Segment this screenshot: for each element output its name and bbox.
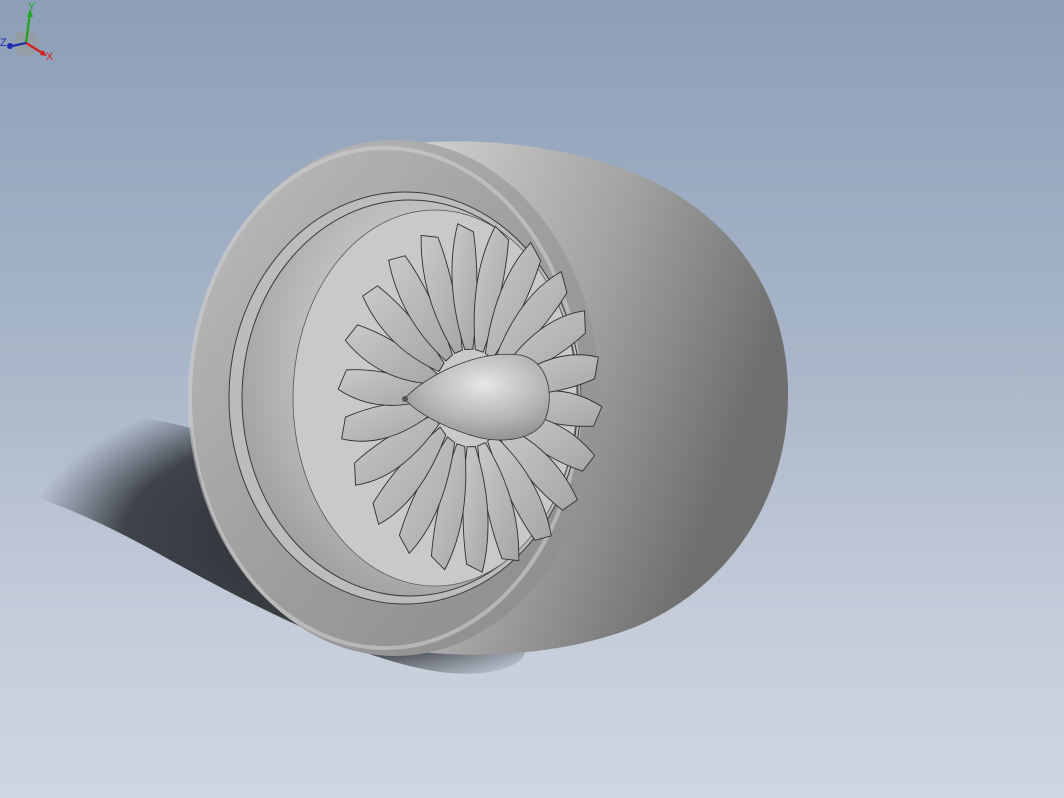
triad-z-label: Z xyxy=(0,37,7,49)
spinner-tip xyxy=(402,396,408,402)
triad-y-label: Y xyxy=(28,1,36,13)
triad-x-label: X xyxy=(46,51,54,63)
triad-z-arrow xyxy=(7,43,13,49)
model-view[interactable] xyxy=(0,0,1064,798)
graphics-viewport[interactable]: Y X Z xyxy=(0,0,1064,798)
view-triad[interactable]: Y X Z xyxy=(0,0,60,70)
